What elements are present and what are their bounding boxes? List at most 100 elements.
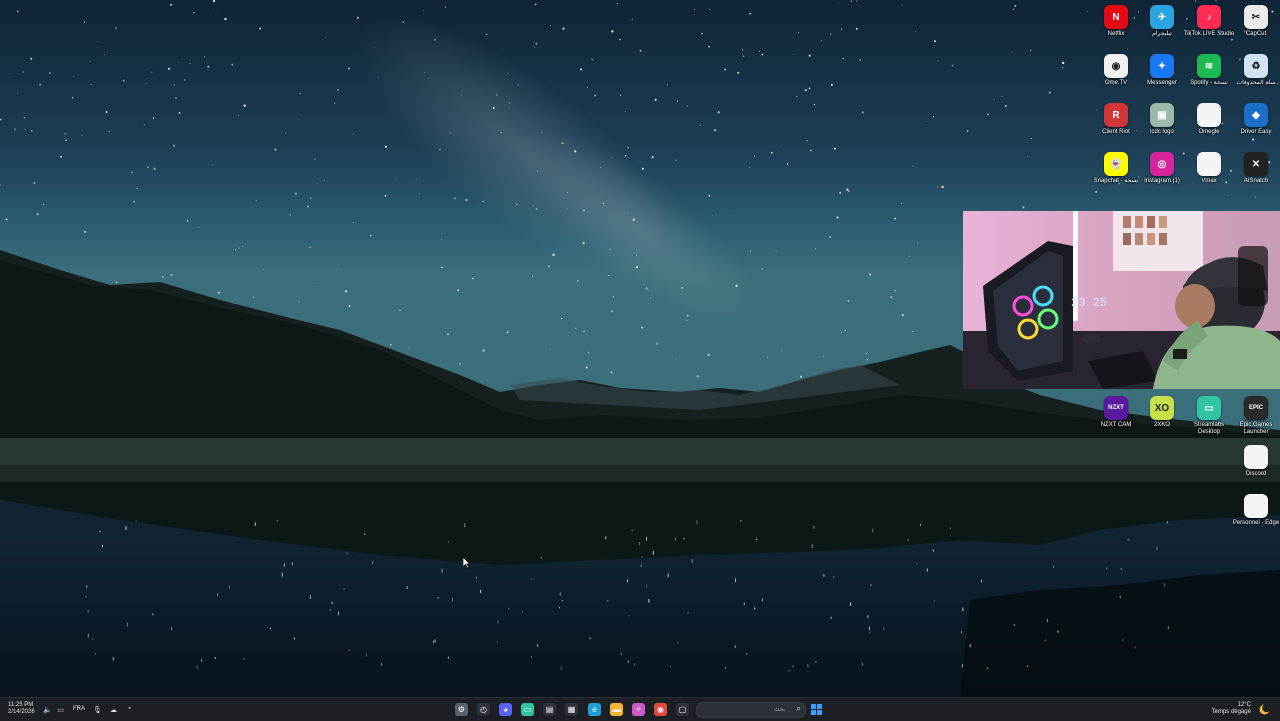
star bbox=[711, 215, 713, 216]
star-reflection bbox=[480, 589, 482, 593]
star bbox=[561, 142, 564, 145]
star-reflection bbox=[813, 525, 815, 529]
desktop-icon[interactable]: ✈ تيليجرام bbox=[1139, 5, 1185, 38]
star bbox=[105, 110, 108, 114]
star-reflection bbox=[987, 667, 989, 669]
window-icon[interactable]: ▢ bbox=[676, 703, 689, 716]
star-reflection bbox=[560, 666, 562, 671]
star-reflection bbox=[434, 639, 436, 643]
nzxt-cam-icon: NZXT bbox=[1104, 396, 1128, 420]
weather-description[interactable]: Temps dégagé bbox=[1212, 709, 1251, 716]
star bbox=[122, 79, 125, 82]
star-reflection bbox=[214, 657, 216, 659]
desktop-icon[interactable]: ✦ Messenger bbox=[1139, 54, 1185, 87]
desktop-icon[interactable]: R Client Riot bbox=[1093, 103, 1139, 136]
calendar-icon[interactable]: ▦ bbox=[565, 703, 578, 716]
star bbox=[24, 128, 26, 130]
star bbox=[786, 163, 789, 165]
desktop-icon[interactable]: ♪ TikTok LIVE Studio bbox=[1184, 5, 1234, 38]
star bbox=[574, 150, 577, 153]
clock-app-icon[interactable]: ◴ bbox=[477, 703, 490, 716]
star bbox=[151, 71, 153, 73]
desktop-icon[interactable]: NZXT NZXT CAM bbox=[1093, 396, 1139, 429]
desktop-icon[interactable]: ◉ Ome.TV bbox=[1093, 54, 1139, 87]
star bbox=[836, 216, 839, 219]
discord-icon[interactable]: ◕ bbox=[499, 703, 512, 716]
star bbox=[1127, 48, 1128, 50]
desktop-icon[interactable]: N Netflix bbox=[1093, 5, 1139, 38]
desktop-icon[interactable]: EPIC Epic Games Launcher bbox=[1233, 396, 1279, 436]
desktop-icon[interactable]: ◎ Instagram (1) bbox=[1139, 152, 1185, 185]
chevron-up-icon[interactable]: ⌃ bbox=[125, 705, 134, 714]
start-button[interactable] bbox=[810, 703, 823, 716]
chrome-icon[interactable]: ◉ bbox=[654, 703, 667, 716]
onedrive-icon[interactable]: ☁ bbox=[109, 705, 118, 714]
desktop-icon[interactable]: ▣ lcdc logo bbox=[1139, 103, 1185, 136]
star bbox=[800, 375, 803, 378]
star bbox=[619, 38, 621, 41]
desktop-icon[interactable]: XO 2XKO bbox=[1139, 396, 1185, 429]
star-reflection bbox=[677, 641, 679, 644]
star bbox=[566, 192, 568, 193]
desktop-icon[interactable]: Vmax bbox=[1186, 152, 1232, 185]
desktop-icon[interactable]: ▭ Streamlabs Desktop bbox=[1186, 396, 1232, 436]
microphone-icon[interactable]: 🎙 bbox=[93, 705, 102, 714]
star bbox=[936, 186, 939, 188]
desktop-icon[interactable]: 👻 Snapchat - نسخة bbox=[1093, 152, 1139, 185]
star bbox=[761, 268, 764, 270]
copilot-icon[interactable]: ✧ bbox=[632, 703, 645, 716]
star bbox=[890, 296, 893, 299]
star-reflection bbox=[171, 626, 172, 631]
network-icon[interactable]: ▭ bbox=[56, 705, 65, 714]
star-reflection bbox=[883, 627, 885, 631]
star bbox=[317, 183, 318, 184]
desktop-icon[interactable]: ◆ Driver Easy bbox=[1233, 103, 1279, 136]
star bbox=[90, 83, 92, 85]
search-icon[interactable]: ⌕ bbox=[797, 704, 801, 714]
desktop-icon[interactable]: ✂ CapCut bbox=[1233, 5, 1279, 38]
star bbox=[377, 77, 379, 79]
star-reflection bbox=[872, 528, 874, 533]
language-indicator[interactable]: FRA bbox=[73, 706, 85, 713]
search-input[interactable] bbox=[703, 704, 785, 715]
desktop-icon[interactable]: ♻ سلة المحذوفات bbox=[1233, 54, 1279, 87]
star bbox=[625, 111, 626, 112]
weather-moon-icon[interactable] bbox=[1258, 703, 1270, 715]
desktop-icon[interactable]: Personnel - Edge bbox=[1233, 494, 1279, 527]
taskbar-time[interactable]: 11:25 PM bbox=[8, 702, 33, 709]
settings-icon[interactable]: ⚙ bbox=[455, 703, 468, 716]
star-reflection bbox=[152, 613, 154, 616]
taskbar-date[interactable]: 2/14/2026 bbox=[8, 709, 35, 716]
star-reflection bbox=[1120, 568, 1122, 570]
star bbox=[814, 248, 816, 250]
terminal-icon[interactable]: ▤ bbox=[543, 703, 556, 716]
star bbox=[627, 146, 629, 149]
star-reflection bbox=[648, 598, 650, 603]
star bbox=[1030, 138, 1032, 139]
star bbox=[701, 32, 703, 35]
star-reflection bbox=[507, 607, 509, 610]
star bbox=[866, 359, 868, 361]
star-reflection bbox=[441, 568, 443, 573]
volume-icon[interactable]: 🔈 bbox=[43, 705, 52, 714]
star-reflection bbox=[626, 579, 628, 582]
star-reflection bbox=[562, 599, 564, 602]
webcam-overlay: 23 25 bbox=[963, 211, 1280, 389]
star-reflection bbox=[559, 592, 561, 596]
star-reflection bbox=[589, 637, 591, 640]
streamlabs-taskbar-icon[interactable]: ▭ bbox=[521, 703, 534, 716]
star bbox=[207, 65, 210, 68]
desktop-icon[interactable]: ✕ AISnatch bbox=[1233, 152, 1279, 185]
file-explorer-icon[interactable]: ▬ bbox=[610, 703, 623, 716]
desktop-icon[interactable]: ≋ Spotify - نسخة bbox=[1186, 54, 1232, 87]
star bbox=[285, 132, 287, 134]
desktop-icon[interactable]: Discord bbox=[1233, 445, 1279, 478]
star bbox=[298, 301, 300, 303]
star bbox=[631, 19, 633, 21]
weather-temperature[interactable]: 12°C bbox=[1238, 702, 1251, 709]
star bbox=[804, 89, 807, 92]
edge-icon[interactable]: e bbox=[588, 703, 601, 716]
taskbar-search[interactable]: ⌕ bbox=[696, 702, 806, 718]
desktop-icon[interactable]: Omegle bbox=[1186, 103, 1232, 136]
star-reflection bbox=[605, 536, 607, 540]
